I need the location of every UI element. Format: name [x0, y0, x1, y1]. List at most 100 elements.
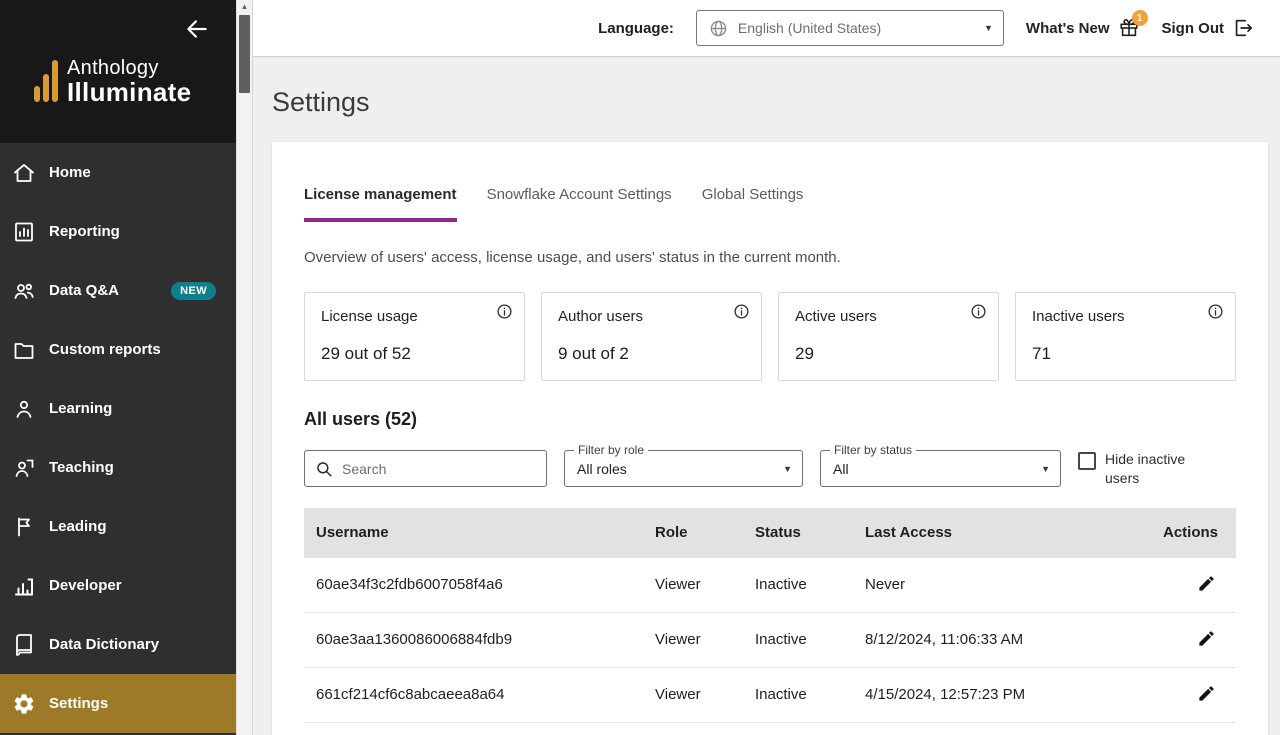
whats-new-button[interactable]: What's New 1 [1025, 10, 1148, 39]
filter-row: Filter by role All roles ▼ Filter by sta… [304, 443, 1236, 488]
filter-by-status-select[interactable]: Filter by status All ▼ [820, 443, 1061, 488]
tab-snowflake-account-settings[interactable]: Snowflake Account Settings [487, 186, 672, 222]
info-icon[interactable] [733, 303, 750, 320]
page-title: Settings [272, 87, 370, 117]
stat-cards: License usage 29 out of 52 Author users 9 o… [304, 292, 1236, 381]
sidebar-item-reporting[interactable]: Reporting [0, 202, 236, 261]
brand-logo: Anthology Illuminate [34, 58, 191, 106]
search-input[interactable] [342, 460, 536, 477]
cell-last-access: 4/15/2024, 12:57:23 PM [865, 686, 1026, 704]
sidebar-item-data-q-a[interactable]: Data Q&A NEW [0, 261, 236, 320]
filter-by-role-value: All roles [577, 460, 627, 477]
sign-out-icon [1232, 17, 1254, 39]
language-label: Language: [598, 19, 674, 37]
table-row: 661cf214cf6c8abcaeea8a64 Viewer Inactive 4/… [304, 667, 1236, 723]
edit-user-button[interactable] [1195, 572, 1218, 595]
hide-inactive-users-toggle[interactable]: Hide inactive users [1078, 450, 1206, 488]
vertical-scrollbar[interactable]: ▲ [236, 0, 253, 735]
sidebar-item-home[interactable]: Home [0, 143, 236, 202]
chevron-down-icon: ▼ [783, 463, 792, 474]
cell-username: 60ae34f3c2fdb6007058f4a6 [316, 576, 503, 594]
sidebar-item-label: Learning [49, 400, 113, 417]
sidebar-item-label: Home [49, 164, 91, 181]
users-table: Username Role Status Last Access Actions 60a… [304, 507, 1236, 723]
cell-role: Viewer [655, 686, 701, 704]
edit-user-button[interactable] [1195, 627, 1218, 650]
tab-bar: License management Snowflake Account Sett… [304, 186, 1236, 223]
cell-role: Viewer [655, 631, 701, 649]
main-content: Settings License management Snowflake Acc… [253, 57, 1280, 735]
sidebar-item-developer[interactable]: Developer [0, 556, 236, 615]
sidebar-item-data-dictionary[interactable]: Data Dictionary [0, 615, 236, 674]
cell-last-access: Never [865, 576, 906, 594]
cell-status: Inactive [755, 686, 807, 704]
language-value: English (United States) [737, 20, 882, 36]
sidebar-item-custom-reports[interactable]: Custom reports [0, 320, 236, 379]
cell-actions [1150, 627, 1236, 652]
stat-card-active-users: Active users 29 [778, 292, 999, 381]
sidebar-item-label: Data Dictionary [49, 636, 160, 653]
info-icon[interactable] [970, 303, 987, 320]
collapse-sidebar-arrow-icon[interactable] [184, 16, 210, 42]
all-users-heading: All users (52) [304, 409, 418, 429]
cell-actions [1150, 572, 1236, 597]
chevron-down-icon: ▼ [1041, 463, 1050, 474]
table-body: 60ae34f3c2fdb6007058f4a6 Viewer Inactive Ne… [304, 557, 1236, 723]
sign-out-label: Sign Out [1161, 19, 1225, 37]
stat-value: 29 out of 52 [321, 344, 411, 363]
sidebar-item-learning[interactable]: Learning [0, 379, 236, 438]
home-icon [12, 161, 36, 185]
sign-out-button[interactable]: Sign Out [1162, 17, 1255, 39]
scrollbar-thumb[interactable] [239, 15, 250, 93]
column-header-username: Username [316, 524, 389, 542]
sidebar-item-leading[interactable]: Leading [0, 497, 236, 556]
column-header-role: Role [655, 524, 688, 542]
cell-actions [1150, 682, 1236, 707]
stat-card-author-users: Author users 9 out of 2 [541, 292, 762, 381]
tab-license-management[interactable]: License management [304, 186, 457, 222]
tab-global-settings[interactable]: Global Settings [702, 186, 804, 222]
edit-pencil-icon [1197, 684, 1216, 703]
whats-new-label: What's New [1025, 19, 1110, 37]
gift-icon: 1 [1118, 10, 1148, 39]
sidebar-item-settings[interactable]: Settings [0, 674, 236, 733]
settings-card: License management Snowflake Account Sett… [272, 142, 1268, 735]
search-icon [315, 460, 333, 478]
globe-icon [709, 19, 728, 38]
stat-label: Inactive users [1032, 308, 1125, 325]
teaching-icon [12, 456, 36, 480]
cell-status: Inactive [755, 576, 807, 594]
anthology-logo-icon [34, 60, 58, 106]
filter-by-role-select[interactable]: Filter by role All roles ▼ [564, 443, 803, 488]
topbar: Language: English (United States) ▼ What… [253, 0, 1280, 57]
stat-value: 29 [795, 344, 814, 363]
search-box[interactable] [304, 450, 547, 488]
whats-new-count-badge: 1 [1131, 10, 1148, 26]
stat-card-license-usage: License usage 29 out of 52 [304, 292, 525, 381]
sidebar: Anthology Illuminate Home Reporting Data Q… [0, 0, 236, 735]
stat-value: 9 out of 2 [558, 344, 629, 363]
brand-line2: Illuminate [67, 77, 192, 107]
edit-user-button[interactable] [1195, 682, 1218, 705]
cell-status: Inactive [755, 631, 807, 649]
sidebar-nav: Home Reporting Data Q&A NEW Custom reports Le… [0, 143, 236, 735]
sidebar-item-label: Settings [49, 695, 109, 712]
sidebar-item-label: Developer [49, 577, 122, 594]
chevron-down-icon: ▼ [984, 23, 993, 33]
tab-description: Overview of users' access, license usage… [304, 249, 841, 266]
column-header-status: Status [755, 524, 801, 542]
stat-card-inactive-users: Inactive users 71 [1015, 292, 1236, 381]
info-icon[interactable] [1207, 303, 1224, 320]
hide-inactive-checkbox[interactable] [1078, 452, 1096, 470]
leading-icon [12, 515, 36, 539]
settings-icon [12, 692, 36, 716]
cell-username: 60ae3aa1360086006884fdb9 [316, 631, 513, 649]
sidebar-item-teaching[interactable]: Teaching [0, 438, 236, 497]
sidebar-item-label: Custom reports [49, 341, 161, 358]
sidebar-logo-area: Anthology Illuminate [0, 0, 236, 143]
edit-pencil-icon [1197, 574, 1216, 593]
info-icon[interactable] [496, 303, 513, 320]
brand-text: Anthology Illuminate [67, 58, 191, 106]
scroll-up-arrow-icon[interactable]: ▲ [237, 2, 252, 11]
language-select[interactable]: English (United States) ▼ [695, 10, 1004, 46]
